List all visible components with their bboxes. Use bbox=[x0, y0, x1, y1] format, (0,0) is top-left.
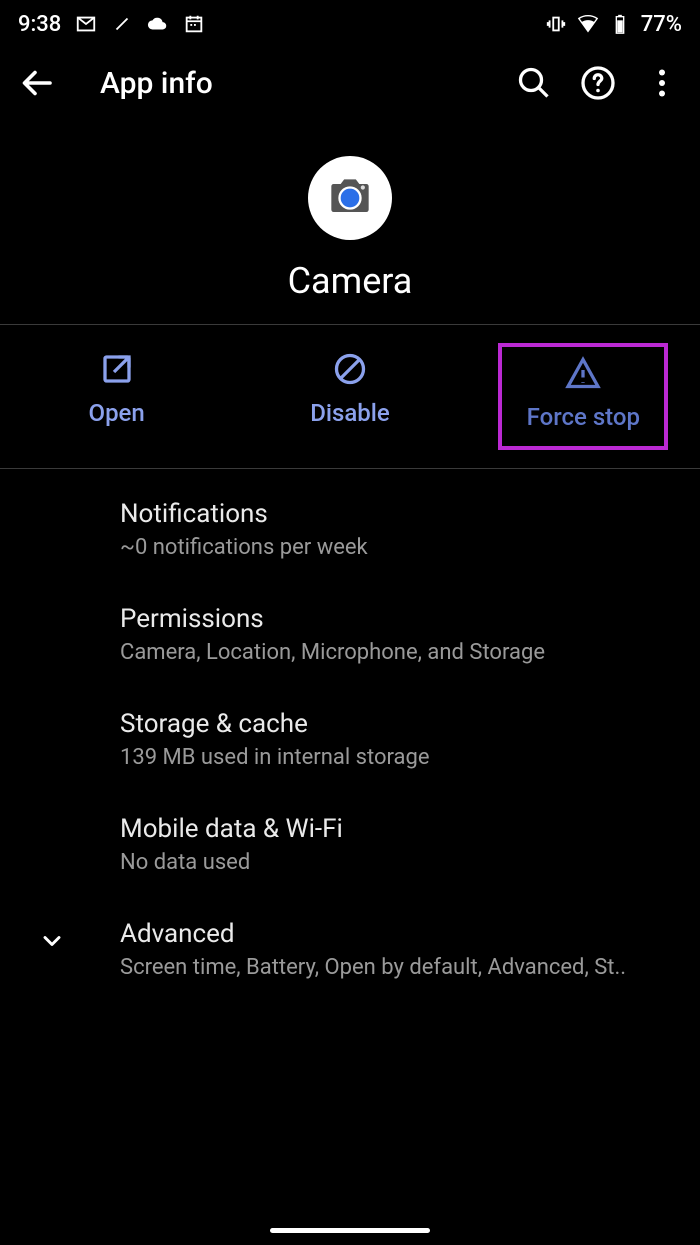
status-time: 9:38 bbox=[18, 12, 61, 37]
item-title: Storage & cache bbox=[120, 709, 676, 739]
disable-label: Disable bbox=[310, 399, 390, 427]
help-icon[interactable] bbox=[580, 65, 616, 101]
action-row: Open Disable Force stop bbox=[0, 325, 700, 468]
search-icon[interactable] bbox=[516, 65, 552, 101]
vibrate-icon bbox=[545, 13, 567, 35]
overflow-menu-icon[interactable] bbox=[644, 65, 680, 101]
item-subtitle: Camera, Location, Microphone, and Storag… bbox=[120, 640, 676, 665]
item-subtitle: 139 MB used in internal storage bbox=[120, 745, 676, 770]
app-header: Camera bbox=[0, 118, 700, 324]
item-title: Mobile data & Wi-Fi bbox=[120, 814, 676, 844]
storage-item[interactable]: Storage & cache 139 MB used in internal … bbox=[0, 687, 700, 792]
data-wifi-item[interactable]: Mobile data & Wi-Fi No data used bbox=[0, 792, 700, 897]
open-button[interactable]: Open bbox=[32, 343, 202, 450]
toolbar: App info bbox=[0, 48, 700, 118]
open-icon bbox=[99, 351, 135, 387]
page-title: App info bbox=[80, 66, 492, 101]
home-indicator[interactable] bbox=[270, 1228, 430, 1233]
warning-icon bbox=[565, 355, 601, 391]
app-icon bbox=[308, 156, 392, 240]
battery-icon bbox=[609, 13, 631, 35]
settings-list: Notifications ~0 notifications per week … bbox=[0, 469, 700, 1010]
disable-icon bbox=[332, 351, 368, 387]
item-subtitle: Screen time, Battery, Open by default, A… bbox=[120, 955, 676, 980]
gmail-icon bbox=[75, 13, 97, 35]
cloud-icon bbox=[147, 13, 169, 35]
item-title: Permissions bbox=[120, 604, 676, 634]
item-title: Notifications bbox=[120, 499, 676, 529]
app-name: Camera bbox=[288, 260, 413, 302]
disable-button[interactable]: Disable bbox=[265, 343, 435, 450]
advanced-item[interactable]: Advanced Screen time, Battery, Open by d… bbox=[0, 897, 700, 1002]
calendar-icon bbox=[183, 13, 205, 35]
wifi-icon bbox=[577, 13, 599, 35]
voicemail-icon bbox=[111, 13, 133, 35]
force-stop-label: Force stop bbox=[527, 403, 640, 431]
status-battery-pct: 77% bbox=[641, 12, 682, 37]
item-subtitle: ~0 notifications per week bbox=[120, 535, 676, 560]
item-subtitle: No data used bbox=[120, 850, 676, 875]
item-title: Advanced bbox=[120, 919, 676, 949]
force-stop-button[interactable]: Force stop bbox=[498, 343, 668, 450]
back-arrow-icon[interactable] bbox=[20, 65, 56, 101]
notifications-item[interactable]: Notifications ~0 notifications per week bbox=[0, 477, 700, 582]
open-label: Open bbox=[89, 399, 145, 427]
chevron-down-icon bbox=[38, 927, 66, 955]
permissions-item[interactable]: Permissions Camera, Location, Microphone… bbox=[0, 582, 700, 687]
status-bar: 9:38 77% bbox=[0, 0, 700, 48]
